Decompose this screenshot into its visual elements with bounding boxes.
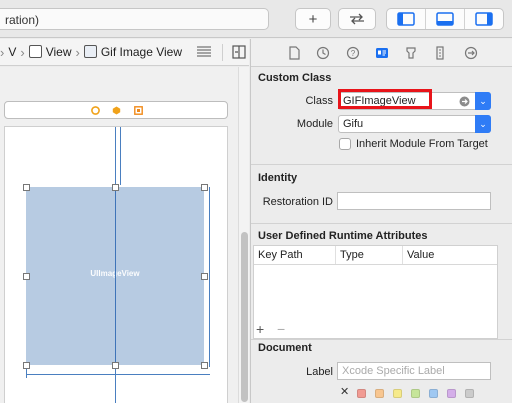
scene-dock	[4, 101, 228, 119]
resize-handle[interactable]	[23, 273, 30, 280]
view-icon	[28, 45, 42, 58]
column-key-path[interactable]: Key Path	[254, 246, 336, 264]
exit-icon[interactable]	[134, 106, 143, 115]
bottom-guide-line	[26, 374, 210, 375]
identity-icon[interactable]	[375, 46, 389, 60]
color-swatch-orange[interactable]	[375, 389, 384, 398]
color-swatch-green[interactable]	[411, 389, 420, 398]
arrows-swap-icon	[350, 13, 364, 25]
resize-handle[interactable]	[201, 184, 208, 191]
resize-handle[interactable]	[112, 362, 119, 369]
image-view-icon	[83, 45, 97, 58]
table-header: Key Path Type Value	[254, 246, 497, 265]
color-swatch-purple[interactable]	[447, 389, 456, 398]
jumpbar-item-view[interactable]: View	[28, 45, 72, 59]
resize-handle[interactable]	[23, 184, 30, 191]
plus-icon: +	[308, 10, 318, 28]
resize-handle[interactable]	[201, 273, 208, 280]
color-swatch-blue[interactable]	[429, 389, 438, 398]
runtime-attributes-table[interactable]: Key Path Type Value + −	[253, 245, 498, 339]
add-button[interactable]: +	[295, 8, 331, 30]
column-type[interactable]: Type	[336, 246, 403, 264]
module-label: Module	[296, 118, 333, 130]
resize-handle[interactable]	[112, 184, 119, 191]
document-label-field[interactable]: Xcode Specific Label	[337, 362, 491, 380]
chevron-icon: ›	[0, 44, 5, 60]
history-icon[interactable]	[316, 46, 330, 60]
chevron-down-icon: ⌄	[479, 95, 487, 106]
resize-handle[interactable]	[23, 362, 30, 369]
section-divider	[251, 223, 512, 224]
color-swatch-red[interactable]	[357, 389, 366, 398]
help-icon[interactable]: ?	[346, 46, 360, 60]
class-label: Class	[305, 95, 333, 107]
document-label-label: Label	[306, 366, 333, 378]
arrow-circle-icon[interactable]	[459, 96, 470, 107]
inherit-module-checkbox[interactable]	[339, 138, 351, 150]
color-swatch-yellow[interactable]	[393, 389, 402, 398]
assistant-editor-icon[interactable]	[232, 45, 246, 59]
lines-icon[interactable]	[196, 46, 212, 58]
inherit-module-label: Inherit Module From Target	[356, 138, 488, 150]
identity-title: Identity	[258, 172, 298, 184]
resize-handle[interactable]	[201, 362, 208, 369]
top-guide-line	[120, 127, 121, 185]
jumpbar-item-gif-image-view[interactable]: Gif Image View	[83, 45, 182, 59]
restoration-id-field[interactable]	[337, 192, 491, 210]
inspector-panel-toggle[interactable]	[465, 9, 503, 29]
bottom-guide-tick	[26, 368, 27, 378]
debug-panel-icon	[436, 12, 454, 26]
navigator-panel-toggle[interactable]	[387, 9, 426, 29]
document-title: Document	[258, 342, 312, 354]
debug-panel-toggle[interactable]	[426, 9, 465, 29]
divider	[222, 43, 223, 61]
scheme-text: ration)	[5, 13, 40, 27]
first-responder-icon[interactable]	[112, 106, 121, 115]
color-swatch-gray[interactable]	[465, 389, 474, 398]
chevron-icon: ›	[75, 44, 80, 60]
module-value: Gifu	[343, 118, 364, 130]
panel-toggles	[386, 8, 504, 30]
remove-attribute-button[interactable]: −	[277, 321, 285, 337]
scheme-field[interactable]: ration)	[0, 8, 269, 30]
add-attribute-button[interactable]: +	[256, 321, 264, 337]
file-icon[interactable]	[287, 46, 301, 60]
size-icon[interactable]	[433, 46, 447, 60]
canvas-scrollbar[interactable]	[238, 67, 249, 403]
toolbar: ration) +	[0, 0, 512, 38]
connections-icon[interactable]	[464, 46, 478, 60]
svg-text:?: ?	[351, 49, 356, 58]
custom-class-title: Custom Class	[258, 72, 332, 84]
module-field[interactable]: Gifu ⌄	[338, 115, 491, 133]
jump-bar: › V › View › Gif Image View	[0, 39, 249, 66]
scrollbar-thumb[interactable]	[241, 232, 248, 402]
column-value[interactable]: Value	[403, 246, 497, 264]
canvas[interactable]: UIImageView	[0, 67, 249, 403]
highlight-annotation	[338, 89, 432, 109]
inspector-panel-icon	[475, 12, 493, 26]
chevron-icon: ›	[20, 44, 25, 60]
runtime-attributes-title: User Defined Runtime Attributes	[258, 230, 428, 242]
view-controller-icon[interactable]	[91, 106, 100, 115]
restoration-id-label: Restoration ID	[262, 196, 333, 208]
class-dropdown-button[interactable]: ⌄	[475, 92, 491, 110]
swap-button[interactable]	[338, 8, 376, 30]
clear-color-button[interactable]: ✕	[340, 385, 349, 398]
chevron-down-icon: ⌄	[479, 118, 487, 129]
jumpbar-item-v[interactable]: V	[8, 45, 16, 59]
right-guide-line	[209, 187, 210, 367]
center-constraint	[115, 187, 116, 365]
identity-inspector: ? Custom Class Class GIFImageView ⌄ Modu…	[250, 39, 512, 403]
inspector-tabs: ?	[251, 39, 512, 67]
attributes-icon[interactable]	[404, 46, 418, 60]
navigator-panel-icon	[397, 12, 415, 26]
section-divider	[251, 339, 512, 340]
section-divider	[251, 164, 512, 165]
module-dropdown-button[interactable]: ⌄	[475, 115, 491, 133]
